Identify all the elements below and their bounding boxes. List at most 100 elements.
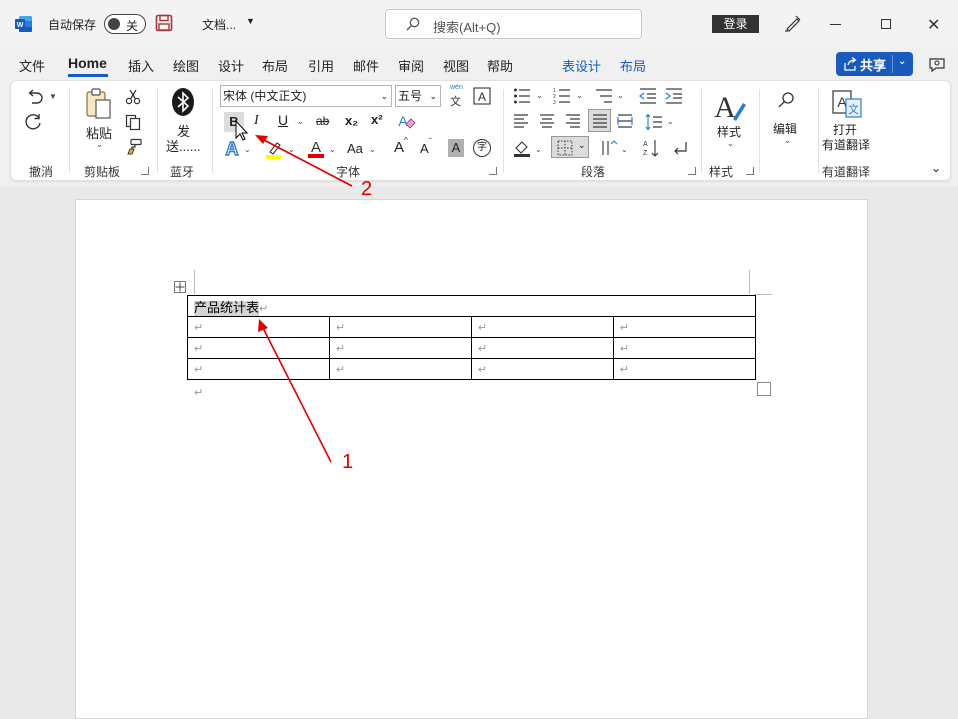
- tab-view[interactable]: 视图: [443, 56, 469, 75]
- table-title-text[interactable]: 产品统计表: [194, 300, 260, 316]
- subscript-button[interactable]: x₂: [345, 113, 358, 128]
- table-cell[interactable]: ↵: [612, 316, 757, 338]
- bold-button[interactable]: B: [224, 112, 244, 132]
- chevron-down-icon[interactable]: ⌄: [535, 145, 542, 154]
- chevron-down-icon[interactable]: ⌄: [667, 117, 674, 126]
- chevron-down-icon[interactable]: ⌄: [297, 117, 304, 126]
- save-icon[interactable]: [155, 14, 173, 32]
- tab-table-layout[interactable]: 布局: [620, 56, 646, 75]
- bluetooth-icon[interactable]: [171, 87, 195, 117]
- table-title-cell[interactable]: 产品统计表↵: [187, 295, 756, 317]
- chevron-down-icon[interactable]: ⌄: [429, 86, 437, 106]
- find-icon[interactable]: [777, 91, 795, 109]
- table-cell[interactable]: ↵: [470, 316, 614, 338]
- chevron-down-icon[interactable]: ⌄: [369, 145, 376, 154]
- styles-icon[interactable]: A: [713, 89, 747, 123]
- enclosed-char-button[interactable]: 字: [473, 139, 491, 157]
- line-spacing-icon[interactable]: [645, 113, 663, 131]
- superscript-button[interactable]: x²: [371, 112, 383, 127]
- font-size-combobox[interactable]: 五号 ⌄: [395, 85, 441, 107]
- table-cell[interactable]: ↵: [470, 358, 614, 380]
- send-label-2[interactable]: 送......: [166, 136, 201, 155]
- chevron-down-icon[interactable]: ⌄: [244, 145, 251, 154]
- multilevel-list-icon[interactable]: [595, 87, 613, 105]
- chevron-down-icon[interactable]: ⌄: [536, 91, 543, 100]
- chevron-down-icon[interactable]: ⌄: [784, 136, 791, 145]
- pen-icon[interactable]: [783, 13, 803, 33]
- table-cell[interactable]: ↵: [612, 358, 757, 380]
- grow-font-button[interactable]: A: [394, 139, 404, 156]
- numbering-icon[interactable]: 1 2 3: [553, 87, 571, 105]
- clear-formatting-icon[interactable]: A: [396, 112, 416, 132]
- table-cell[interactable]: ↵: [470, 337, 614, 359]
- table-cell[interactable]: ↵: [328, 358, 472, 380]
- shading-icon[interactable]: [513, 139, 531, 157]
- show-formatting-marks-icon[interactable]: [671, 139, 689, 157]
- table-cell[interactable]: ↵: [187, 337, 330, 359]
- search-box[interactable]: 搜索(Alt+Q): [385, 9, 642, 39]
- table-resize-handle[interactable]: [757, 382, 771, 396]
- redo-icon[interactable]: [25, 113, 43, 131]
- font-launcher-icon[interactable]: [489, 167, 497, 175]
- copy-icon[interactable]: [125, 114, 141, 131]
- maximize-button[interactable]: [881, 19, 891, 29]
- paste-icon[interactable]: [84, 87, 114, 121]
- char-shading-button[interactable]: A: [448, 139, 464, 157]
- chevron-down-icon[interactable]: ▼: [49, 92, 57, 101]
- text-effects-icon[interactable]: A: [223, 139, 241, 157]
- table-cell[interactable]: ↵: [187, 358, 330, 380]
- close-button[interactable]: ✕: [927, 15, 940, 35]
- align-right-icon[interactable]: [565, 113, 581, 129]
- tab-table-design[interactable]: 表设计: [562, 56, 601, 75]
- share-button[interactable]: 共享 ⌄: [836, 52, 913, 76]
- tab-insert[interactable]: 插入: [128, 56, 154, 75]
- collapse-ribbon-icon[interactable]: ⌄: [931, 161, 941, 175]
- highlight-icon[interactable]: [264, 139, 284, 159]
- chevron-down-icon[interactable]: ⌄: [578, 140, 586, 151]
- table-cell[interactable]: ↵: [612, 337, 757, 359]
- borders-button[interactable]: ⌄: [551, 136, 589, 158]
- shrink-font-button[interactable]: A: [420, 141, 429, 156]
- product-table[interactable]: 产品统计表↵ ↵ ↵ ↵ ↵ ↵ ↵ ↵ ↵ ↵ ↵ ↵ ↵: [187, 295, 757, 380]
- chevron-down-icon[interactable]: ⌄: [288, 145, 295, 154]
- cut-icon[interactable]: [125, 89, 141, 105]
- distributed-icon[interactable]: [617, 113, 633, 129]
- change-case-button[interactable]: Aa: [347, 141, 363, 156]
- clipboard-launcher-icon[interactable]: [141, 167, 149, 175]
- font-color-icon[interactable]: A: [307, 138, 325, 158]
- decrease-indent-icon[interactable]: [639, 87, 657, 105]
- tab-help[interactable]: 帮助: [487, 56, 513, 75]
- chevron-down-icon[interactable]: ⌄: [329, 145, 336, 154]
- paragraph-launcher-icon[interactable]: [688, 167, 696, 175]
- char-border-icon[interactable]: A: [473, 87, 491, 105]
- table-cell[interactable]: ↵: [187, 316, 330, 338]
- styles-launcher-icon[interactable]: [746, 167, 754, 175]
- italic-button[interactable]: I: [254, 113, 259, 129]
- tab-file[interactable]: 文件: [19, 56, 45, 75]
- tab-layout[interactable]: 布局: [262, 56, 288, 75]
- tab-home[interactable]: Home: [68, 55, 107, 71]
- chevron-down-icon[interactable]: ⌄: [621, 145, 628, 154]
- minimize-button[interactable]: [830, 24, 841, 25]
- tab-design[interactable]: 设计: [218, 56, 244, 75]
- sort-icon[interactable]: A Z: [642, 138, 660, 158]
- asian-layout-icon[interactable]: [600, 139, 618, 157]
- chevron-down-icon[interactable]: ⌄: [380, 86, 388, 106]
- increase-indent-icon[interactable]: [665, 87, 683, 105]
- chevron-down-icon[interactable]: ⌄: [898, 56, 906, 67]
- align-left-icon[interactable]: [513, 113, 529, 129]
- tab-references[interactable]: 引用: [308, 56, 334, 75]
- format-painter-icon[interactable]: [125, 138, 142, 155]
- document-title[interactable]: 文档...: [202, 16, 236, 33]
- editing-label[interactable]: 编辑: [773, 120, 797, 137]
- tab-mailings[interactable]: 邮件: [353, 56, 379, 75]
- underline-button[interactable]: U: [278, 112, 288, 128]
- table-cell[interactable]: ↵: [328, 337, 472, 359]
- chevron-down-icon[interactable]: ⌄: [96, 140, 103, 149]
- undo-icon[interactable]: [25, 89, 45, 105]
- table-move-handle[interactable]: [174, 281, 186, 293]
- bullets-icon[interactable]: [513, 87, 531, 105]
- chevron-down-icon[interactable]: ▼: [246, 16, 255, 26]
- youdao-button-label[interactable]: 有道翻译: [822, 136, 870, 153]
- chevron-down-icon[interactable]: ⌄: [576, 91, 583, 100]
